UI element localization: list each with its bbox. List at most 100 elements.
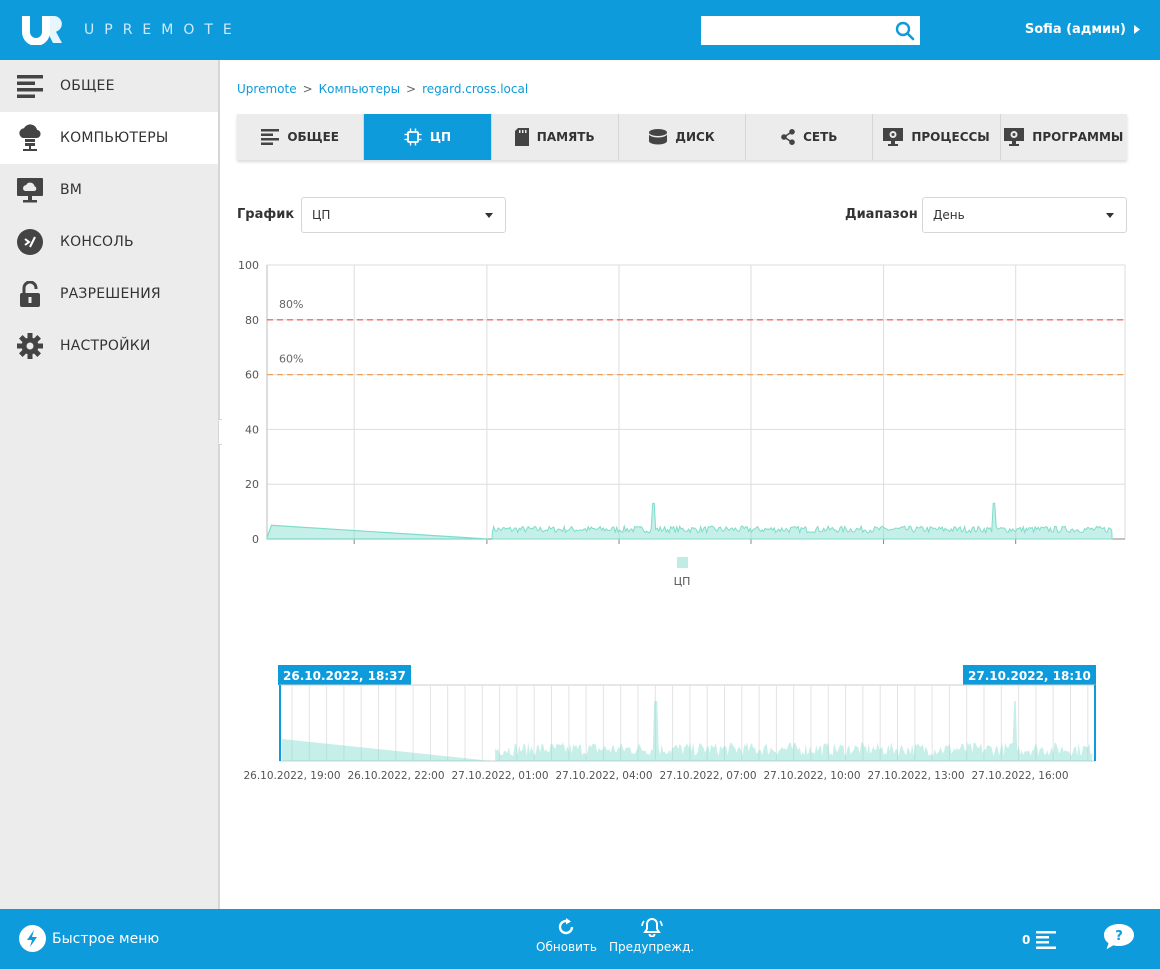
refresh-icon — [559, 918, 574, 935]
monitor-gear-icon — [883, 128, 904, 146]
bell-icon — [640, 917, 663, 937]
svg-text:?: ? — [1115, 929, 1123, 944]
legend-label: ЦП — [674, 575, 691, 588]
y-tick-label: 60 — [245, 369, 259, 382]
tab-label: ОБЩЕЕ — [287, 130, 339, 144]
alerts-button[interactable]: Предупрежд. — [609, 917, 694, 954]
monitor-gear-icon — [1004, 128, 1025, 146]
tab-label: ПАМЯТЬ — [536, 130, 595, 144]
notifications-button[interactable]: 0 — [1022, 931, 1057, 949]
graph-select[interactable]: ЦП — [301, 197, 506, 233]
lightning-icon — [19, 925, 46, 952]
sidebar-item-general[interactable]: ОБЩЕЕ — [0, 60, 218, 112]
main-content: Upremote > Компьютеры > regard.cross.loc… — [222, 60, 1160, 909]
sidebar-item-label: КОНСОЛЬ — [60, 234, 134, 250]
range-start-label: 26.10.2022, 18:37 — [283, 669, 406, 683]
app-logo[interactable]: UPREMOTE — [20, 14, 242, 45]
tab-memory[interactable]: ПАМЯТЬ — [492, 114, 619, 160]
chevron-right-icon — [1134, 25, 1140, 34]
navigator-x-tick-label: 27.10.2022, 13:00 — [867, 770, 964, 782]
range-navigator[interactable]: 26.10.2022, 18:37 27.10.2022, 18:10 26.10.… — [222, 665, 1160, 795]
sidebar-item-label: НАСТРОЙКИ — [60, 338, 151, 354]
upremote-logo-icon — [22, 16, 62, 45]
user-menu[interactable]: Sofia (админ) — [1025, 22, 1140, 37]
navigator-x-tick-label: 27.10.2022, 07:00 — [659, 770, 756, 782]
sidebar: ОБЩЕЕ КОМПЬЮТЕРЫ ВМ КОНСОЛЬ РАЗРЕШЕНИЯ Н… — [0, 60, 220, 909]
breadcrumb-item-computers[interactable]: Компьютеры — [319, 82, 400, 96]
tab-general[interactable]: ОБЩЕЕ — [237, 114, 365, 160]
sidebar-item-console[interactable]: КОНСОЛЬ — [0, 216, 218, 268]
tab-cpu[interactable]: ЦП — [364, 114, 492, 160]
user-name: Sofia (админ) — [1024, 22, 1126, 37]
refresh-label: Обновить — [536, 940, 597, 954]
cloud-computer-icon — [16, 124, 44, 152]
tab-disk[interactable]: ДИСК — [619, 114, 747, 160]
sidebar-item-label: ОБЩЕЕ — [60, 78, 115, 94]
range-select[interactable]: День — [922, 197, 1127, 233]
y-tick-label: 80 — [245, 314, 259, 327]
caret-down-icon — [485, 213, 493, 218]
cpu-icon — [404, 128, 422, 146]
threshold-label: 80% — [279, 298, 303, 311]
sidebar-item-label: КОМПЬЮТЕРЫ — [60, 130, 169, 146]
help-chat-icon: ? — [1104, 924, 1134, 950]
tab-programs[interactable]: ПРОГРАММЫ — [1001, 114, 1127, 160]
list-icon — [16, 72, 44, 100]
breadcrumb-item-home[interactable]: Upremote — [237, 82, 297, 96]
caret-down-icon — [1106, 213, 1114, 218]
monitor-cloud-icon — [16, 176, 44, 204]
gear-icon — [16, 332, 44, 360]
refresh-button[interactable]: Обновить — [536, 917, 597, 954]
navigator-x-tick-label: 26.10.2022, 19:00 — [243, 770, 340, 782]
quick-menu-button[interactable]: Быстрое меню — [19, 925, 159, 952]
navigator-x-tick-label: 27.10.2022, 16:00 — [971, 770, 1068, 782]
tab-bar: ОБЩЕЕ ЦП ПАМЯТЬ ДИСК СЕТЬ ПРОЦЕССЫ ПРОГР… — [237, 114, 1127, 160]
sidebar-item-computers[interactable]: КОМПЬЮТЕРЫ — [0, 112, 218, 164]
tab-label: ПРОЦЕССЫ — [911, 130, 990, 144]
breadcrumb: Upremote > Компьютеры > regard.cross.loc… — [237, 82, 528, 96]
search-box — [701, 16, 920, 45]
quick-menu-label: Быстрое меню — [52, 930, 160, 947]
threshold-label: 60% — [279, 353, 303, 366]
brand-name: UPREMOTE — [84, 21, 242, 38]
sidebar-item-label: РАЗРЕШЕНИЯ — [60, 286, 161, 302]
bottom-bar: Быстрое меню Обновить Предупрежд. 0 ? — [0, 909, 1160, 969]
range-end-label: 27.10.2022, 18:10 — [968, 669, 1091, 683]
tab-label: ПРОГРАММЫ — [1032, 130, 1124, 144]
share-icon — [781, 129, 795, 145]
sidebar-item-settings[interactable]: НАСТРОЙКИ — [0, 320, 218, 372]
cpu-series-area — [491, 502, 1113, 540]
tab-label: ДИСК — [675, 130, 715, 144]
disk-icon — [649, 129, 668, 145]
top-bar: UPREMOTE Sofia (админ) — [0, 0, 1160, 60]
legend-swatch — [677, 557, 688, 568]
sidebar-item-label: ВМ — [60, 182, 83, 198]
navigator-x-tick-label: 27.10.2022, 01:00 — [451, 770, 548, 782]
tab-label: ЦП — [429, 130, 452, 144]
tab-processes[interactable]: ПРОЦЕССЫ — [873, 114, 1001, 160]
lock-icon — [16, 280, 44, 308]
console-icon — [16, 228, 44, 256]
breadcrumb-item-host[interactable]: regard.cross.local — [422, 82, 528, 96]
range-label: Диапазон — [845, 207, 918, 222]
graph-select-value: ЦП — [312, 208, 331, 222]
tab-network[interactable]: СЕТЬ — [746, 114, 874, 160]
breadcrumb-separator: > — [302, 82, 313, 96]
cpu-series-area — [266, 524, 489, 540]
range-select-value: День — [933, 208, 965, 222]
graph-label: График — [237, 207, 295, 222]
breadcrumb-separator: > — [406, 82, 417, 96]
memory-card-icon — [514, 128, 529, 146]
cpu-chart: 0 20 40 60 80 100 80% 60% ЦП — [238, 259, 1126, 588]
navigator-x-tick-label: 26.10.2022, 22:00 — [347, 770, 444, 782]
search-icon[interactable] — [895, 21, 915, 41]
navigator-x-tick-label: 27.10.2022, 10:00 — [763, 770, 860, 782]
navigator-x-tick-label: 27.10.2022, 04:00 — [555, 770, 652, 782]
sidebar-item-vm[interactable]: ВМ — [0, 164, 218, 216]
sidebar-item-permissions[interactable]: РАЗРЕШЕНИЯ — [0, 268, 218, 320]
tab-label: СЕТЬ — [803, 130, 838, 144]
y-tick-label: 0 — [252, 533, 259, 546]
help-button[interactable]: ? — [1102, 922, 1136, 956]
list-icon — [261, 129, 280, 145]
search-input[interactable] — [701, 16, 891, 45]
